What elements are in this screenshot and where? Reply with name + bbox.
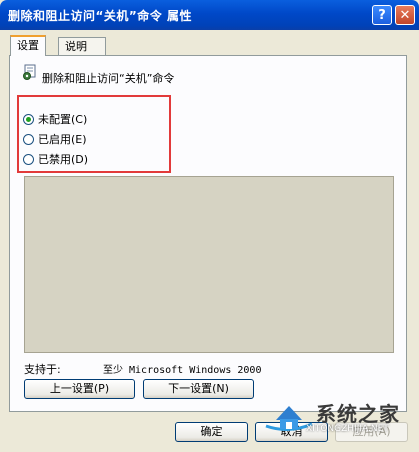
window-title: 删除和阻止访问“关机”命令 属性: [8, 9, 192, 23]
watermark-brand: 系统之家: [316, 402, 400, 426]
radio-label-enabled: 已启用(E): [38, 133, 87, 146]
radio-selected-icon[interactable]: [23, 113, 34, 125]
explain-area: [24, 176, 394, 353]
radio-label-disabled: 已禁用(D): [38, 153, 89, 166]
radio-label-not-configured: 未配置(C): [38, 113, 88, 126]
previous-setting-button[interactable]: 上一设置(P): [24, 379, 135, 399]
radio-disabled[interactable]: 已禁用(D): [23, 151, 88, 167]
radio-not-configured[interactable]: 未配置(C): [23, 111, 87, 127]
help-button[interactable]: ?: [372, 5, 392, 25]
policy-name: 删除和阻止访问“关机”命令: [42, 72, 175, 85]
radio-unselected-icon[interactable]: [23, 133, 34, 145]
supported-value: 至少 Microsoft Windows 2000: [103, 365, 262, 376]
next-setting-button[interactable]: 下一设置(N): [143, 379, 254, 399]
policy-setting-icon: [23, 64, 36, 80]
tab-explain[interactable]: 说明: [58, 37, 106, 55]
ok-button[interactable]: 确定: [175, 422, 248, 442]
supported-label: 支持于:: [24, 363, 61, 376]
close-button[interactable]: ✕: [395, 5, 415, 25]
radio-enabled[interactable]: 已启用(E): [23, 131, 87, 147]
tab-settings[interactable]: 设置: [10, 35, 46, 56]
title-bar[interactable]: 删除和阻止访问“关机”命令 属性 ? ✕: [0, 0, 419, 30]
watermark-site: XITONGZHIJIA.NET: [306, 424, 389, 434]
radio-unselected-icon[interactable]: [23, 153, 34, 165]
